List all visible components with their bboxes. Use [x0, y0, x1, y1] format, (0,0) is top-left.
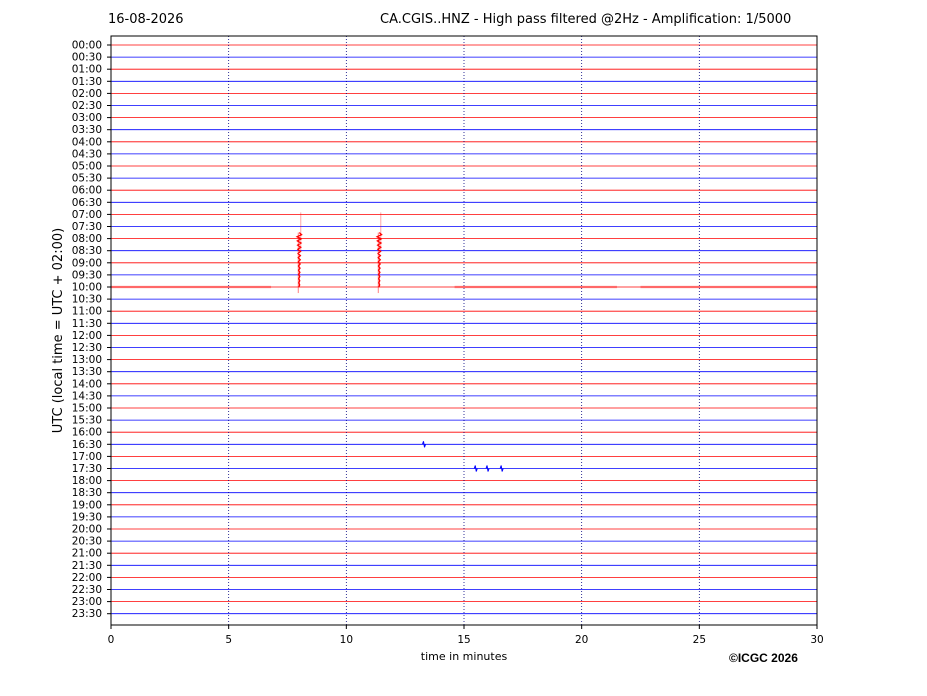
y-tick-label: 20:30: [72, 536, 102, 548]
y-tick-label: 21:00: [72, 548, 102, 560]
y-tick-label: 00:30: [72, 52, 102, 64]
x-axis-ticks: 0 5 10 15 20 25 30: [108, 625, 824, 646]
y-tick-label: 22:30: [72, 584, 102, 596]
y-tick-label: 13:00: [72, 354, 102, 366]
y-tick-label: 23:00: [72, 596, 102, 608]
y-tick-label: 18:00: [72, 475, 102, 487]
y-tick-label: 03:00: [72, 112, 102, 124]
y-tick-label: 23:30: [72, 608, 102, 620]
y-tick-label: 03:30: [72, 124, 102, 136]
grid-layer: [228, 36, 700, 625]
y-tick-label: 05:00: [72, 161, 102, 173]
event-blip: [485, 465, 490, 472]
y-tick-label: 15:00: [72, 403, 102, 415]
y-tick-label: 01:00: [72, 64, 102, 76]
y-tick-label: 09:00: [72, 257, 102, 269]
y-tick-label: 17:30: [72, 463, 102, 475]
x-tick-label: 20: [575, 634, 588, 646]
y-tick-label: 00:00: [72, 40, 102, 52]
y-tick-label: 01:30: [72, 76, 102, 88]
y-tick-label: 16:30: [72, 439, 102, 451]
x-tick-label: 30: [810, 634, 823, 646]
y-tick-label: 18:30: [72, 487, 102, 499]
x-tick-label: 25: [693, 634, 706, 646]
y-tick-label: 14:00: [72, 378, 102, 390]
y-tick-label: 16:00: [72, 427, 102, 439]
event-blip: [473, 465, 478, 472]
y-tick-label: 21:30: [72, 560, 102, 572]
y-tick-label: 15:30: [72, 415, 102, 427]
y-tick-label: 22:00: [72, 572, 102, 584]
seismogram-chart: 00:0000:3001:0001:3002:0002:3003:0003:30…: [51, 35, 824, 663]
noise-band: [454, 285, 617, 289]
y-tick-label: 02:30: [72, 100, 102, 112]
x-tick-label: 15: [457, 634, 470, 646]
y-tick-label: 04:30: [72, 148, 102, 160]
y-tick-label: 10:00: [72, 282, 102, 294]
y-tick-label: 05:30: [72, 173, 102, 185]
x-tick-label: 5: [225, 634, 232, 646]
y-tick-label: 04:00: [72, 136, 102, 148]
y-tick-label: 12:00: [72, 330, 102, 342]
y-tick-label: 08:00: [72, 233, 102, 245]
y-tick-label: 09:30: [72, 269, 102, 281]
x-tick-label: 10: [340, 634, 353, 646]
event-blip: [422, 441, 426, 448]
x-axis-label: time in minutes: [421, 650, 508, 663]
y-tick-label: 06:00: [72, 185, 102, 197]
y-tick-label: 07:00: [72, 209, 102, 221]
y-tick-label: 17:00: [72, 451, 102, 463]
y-tick-label: 12:30: [72, 342, 102, 354]
y-tick-label: 08:30: [72, 245, 102, 257]
copyright-label: ©ICGC 2026: [729, 651, 798, 665]
y-tick-label: 20:00: [72, 524, 102, 536]
y-tick-label: 10:30: [72, 294, 102, 306]
y-tick-label: 13:30: [72, 366, 102, 378]
y-tick-label: 07:30: [72, 221, 102, 233]
y-tick-label: 06:30: [72, 197, 102, 209]
y-tick-label: 19:00: [72, 499, 102, 511]
y-tick-label: 11:00: [72, 306, 102, 318]
y-tick-label: 14:30: [72, 390, 102, 402]
y-tick-label: 11:30: [72, 318, 102, 330]
event-blip: [499, 465, 504, 472]
y-tick-label: 19:30: [72, 511, 102, 523]
noise-band: [640, 285, 817, 289]
noise-band: [111, 285, 272, 289]
y-axis-ticks: 00:0000:3001:0001:3002:0002:3003:0003:30…: [72, 40, 111, 620]
y-axis-label: UTC (local time = UTC + 02:00): [51, 228, 66, 433]
x-tick-label: 0: [108, 634, 115, 646]
y-tick-label: 02:00: [72, 88, 102, 100]
